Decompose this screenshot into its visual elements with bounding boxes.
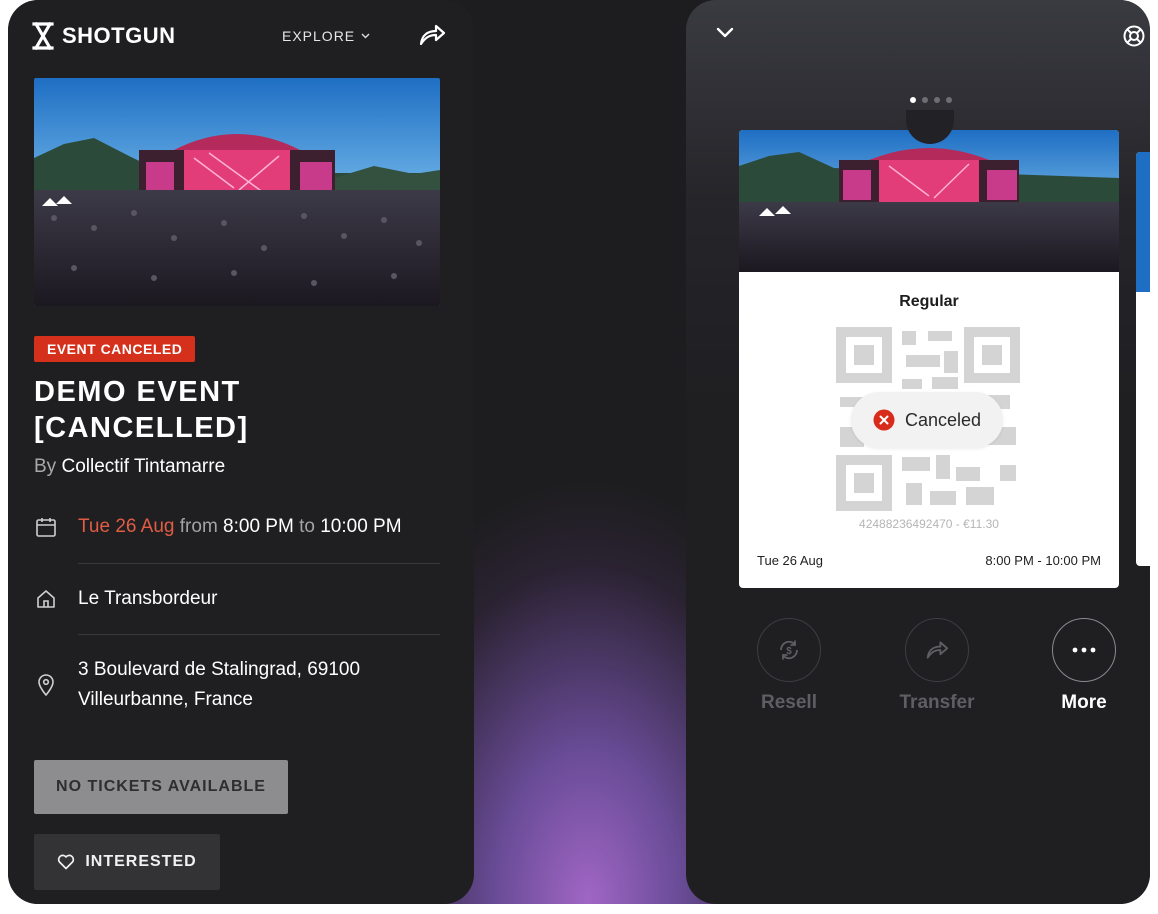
organizer-byline: By Collectif Tintamarre (34, 456, 225, 478)
map-pin-icon (38, 674, 54, 697)
chevron-down-icon (716, 27, 734, 38)
no-tickets-button[interactable]: NO TICKETS AVAILABLE (34, 760, 288, 814)
explore-menu[interactable]: EXPLORE (282, 28, 370, 44)
transfer-button[interactable] (905, 618, 969, 682)
brand-logo[interactable]: SHOTGUN (32, 22, 176, 50)
event-date-row: Tue 26 Aug from 8:00 PM to 10:00 PM (34, 512, 440, 542)
transfer-action[interactable]: Transfer (882, 618, 992, 714)
carousel-dot[interactable] (946, 97, 952, 103)
event-date: Tue 26 Aug (78, 516, 175, 537)
ticket-type: Regular (899, 293, 959, 310)
ticket-screen: Regular Canceled 42488236492470 - €11.30… (686, 0, 1150, 904)
to-word: to (299, 516, 315, 537)
ticket-date: Tue 26 Aug (757, 553, 824, 568)
event-canceled-badge: EVENT CANCELED (34, 336, 196, 362)
address-line1: 3 Boulevard de Stalingrad, 69100 (78, 659, 361, 680)
carousel-indicator (910, 97, 952, 103)
carousel-dot[interactable] (934, 97, 940, 103)
resell-action[interactable]: $ Resell (734, 618, 844, 714)
transfer-label: Transfer (899, 692, 975, 713)
explore-label: EXPLORE (282, 28, 356, 44)
event-title: DEMO EVENT [CANCELLED] (34, 374, 454, 446)
brand-name: SHOTGUN (62, 23, 176, 48)
address-line2: Villeurbanne, France (78, 689, 253, 710)
heart-icon (58, 854, 75, 870)
home-icon (37, 590, 55, 608)
event-hero-image (34, 78, 440, 306)
more-button[interactable] (1052, 618, 1116, 682)
close-circle-icon (873, 409, 895, 431)
event-title-line1: DEMO EVENT (34, 376, 241, 408)
organizer-link[interactable]: Collectif Tintamarre (61, 456, 225, 477)
event-title-line2: [CANCELLED] (34, 412, 249, 444)
resell-dollar-icon: $ (780, 640, 798, 660)
carousel-dot[interactable] (922, 97, 928, 103)
help-button[interactable] (1122, 24, 1146, 53)
resell-button[interactable]: $ (757, 618, 821, 682)
ticket-card[interactable]: Regular Canceled 42488236492470 - €11.30… (739, 130, 1119, 588)
address-row[interactable]: 3 Boulevard de Stalingrad, 69100 Villeur… (34, 655, 440, 715)
ticket-event-image (739, 130, 1119, 272)
calendar-icon (36, 518, 56, 537)
venue-name: Le Transbordeur (78, 588, 218, 609)
resell-label: Resell (761, 692, 817, 713)
share-arrow-icon (419, 24, 446, 46)
chevron-down-icon (361, 33, 370, 39)
more-label: More (1061, 692, 1107, 713)
collapse-button[interactable] (716, 26, 734, 44)
status-label: Canceled (904, 409, 982, 430)
start-time: 8:00 PM (223, 516, 294, 537)
divider (78, 563, 440, 564)
venue-row[interactable]: Le Transbordeur (34, 584, 440, 614)
carousel-dot[interactable] (910, 97, 916, 103)
shotgun-logo-icon (32, 22, 54, 50)
svg-text:$: $ (786, 646, 792, 657)
from-word: from (179, 516, 218, 537)
ticket-code: 42488236492470 - €11.30 (859, 517, 999, 531)
app-frame: SHOTGUN EXPLORE EVENT CANCELED DEMO EVEN… (8, 0, 1150, 904)
divider (78, 634, 440, 635)
lifebuoy-icon (1123, 25, 1145, 47)
interested-button[interactable]: INTERESTED (34, 834, 220, 890)
share-button[interactable] (418, 22, 446, 53)
next-ticket-peek[interactable] (1136, 152, 1150, 566)
ticket-time: 8:00 PM - 10:00 PM (985, 553, 1101, 568)
more-action[interactable]: More (1029, 618, 1139, 714)
share-arrow-icon (926, 641, 949, 659)
canceled-status-pill: Canceled (851, 392, 1003, 448)
end-time: 10:00 PM (320, 516, 402, 537)
event-page-screen: SHOTGUN EXPLORE EVENT CANCELED DEMO EVEN… (8, 0, 474, 904)
by-prefix: By (34, 456, 57, 477)
interested-label: INTERESTED (85, 853, 197, 870)
top-bar: SHOTGUN EXPLORE (32, 20, 446, 56)
more-dots-icon (1072, 647, 1096, 653)
